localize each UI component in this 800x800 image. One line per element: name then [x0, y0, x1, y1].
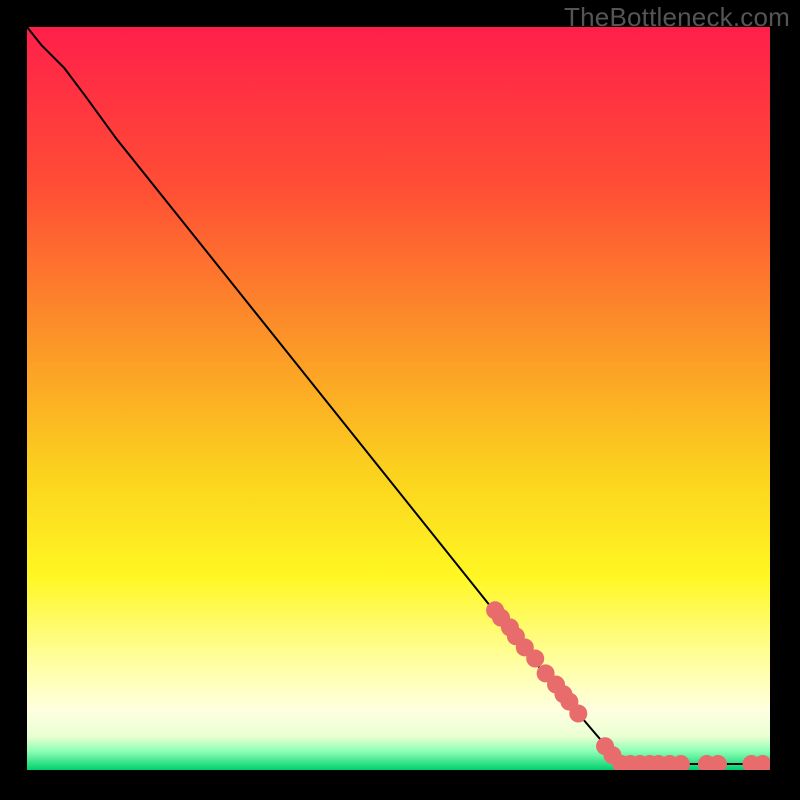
chart-background [27, 27, 770, 770]
plot-area [27, 27, 770, 770]
chart-svg [27, 27, 770, 770]
chart-stage: TheBottleneck.com [0, 0, 800, 800]
watermark-text: TheBottleneck.com [564, 2, 790, 33]
data-marker [526, 650, 544, 668]
data-marker [569, 705, 587, 723]
